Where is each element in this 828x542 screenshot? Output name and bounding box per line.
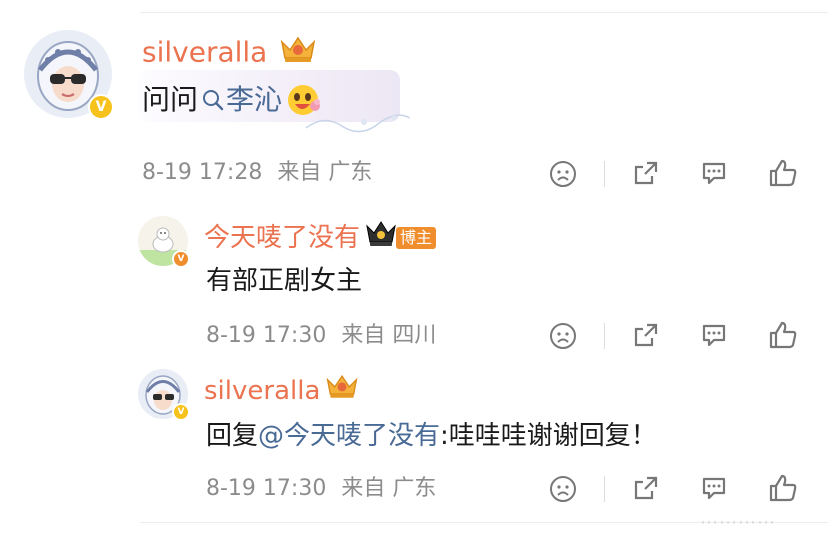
comment-meta: 8-19 17:28 来自 广东: [142, 158, 372, 188]
topic-link[interactable]: 李沁: [200, 82, 282, 118]
comment-text: 问问 李沁: [142, 82, 322, 118]
comment-username[interactable]: 今天唛了没有 博主: [204, 218, 437, 257]
comment-username[interactable]: silveralla: [204, 372, 360, 409]
username-text[interactable]: 今天唛了没有: [204, 221, 360, 255]
comment-icon[interactable]: [698, 157, 730, 189]
comment-text: 有部正剧女主: [206, 264, 362, 298]
action-separator: [604, 161, 605, 187]
avatar[interactable]: V: [138, 369, 190, 421]
timestamp: 8-19 17:28: [142, 160, 263, 185]
share-icon[interactable]: [630, 319, 662, 351]
thumbs-up-icon[interactable]: [766, 318, 800, 352]
bubble-decoration: [304, 108, 414, 140]
username-text[interactable]: silveralla: [142, 36, 267, 69]
reply-content: :哇哇哇谢谢回复！: [440, 421, 657, 451]
top-divider: [140, 12, 828, 13]
verified-v-icon: V: [172, 250, 190, 268]
reply-prefix: 回复: [206, 421, 259, 451]
avatar[interactable]: V: [24, 30, 114, 120]
location: 来自 四川: [341, 323, 437, 348]
share-icon[interactable]: [630, 157, 662, 189]
topic-link-text[interactable]: 李沁: [226, 82, 282, 118]
action-separator: [604, 476, 605, 502]
comment-icon[interactable]: [698, 472, 730, 504]
timestamp: 8-19 17:30: [206, 323, 327, 348]
search-icon: [200, 87, 226, 113]
thumbs-up-icon[interactable]: [766, 156, 800, 190]
location: 来自 广东: [277, 160, 373, 185]
timestamp: 8-19 17:30: [206, 476, 327, 501]
crown-icon: [324, 372, 360, 409]
share-icon[interactable]: [630, 472, 662, 504]
action-separator: [604, 323, 605, 349]
blogger-badge: 博主: [396, 226, 437, 249]
sad-face-icon[interactable]: [547, 158, 579, 190]
thumbs-up-icon[interactable]: [766, 471, 800, 505]
comment-content: 有部正剧女主: [206, 266, 363, 296]
avatar[interactable]: V: [138, 216, 190, 268]
sad-face-icon[interactable]: [547, 473, 579, 505]
crown-icon: [278, 34, 318, 73]
sad-face-icon[interactable]: [547, 320, 579, 352]
location: 来自 广东: [341, 476, 437, 501]
verified-v-icon: V: [172, 403, 190, 421]
comment-meta: 8-19 17:30 来自 四川: [206, 321, 436, 351]
crown-icon: [364, 218, 398, 257]
comment-prefix: 问问: [142, 83, 199, 116]
verified-v-icon: V: [88, 94, 114, 120]
comment-username[interactable]: silveralla: [142, 34, 318, 73]
mention-link[interactable]: @今天唛了没有: [258, 421, 440, 451]
reply-text: 回复@今天唛了没有:哇哇哇谢谢回复！: [206, 419, 657, 453]
comment-icon[interactable]: [698, 319, 730, 351]
username-text[interactable]: silveralla: [204, 374, 320, 408]
comment-meta: 8-19 17:30 来自 广东: [206, 474, 436, 504]
watermark-dots: ⋯⋯⋯⋯: [700, 512, 776, 533]
